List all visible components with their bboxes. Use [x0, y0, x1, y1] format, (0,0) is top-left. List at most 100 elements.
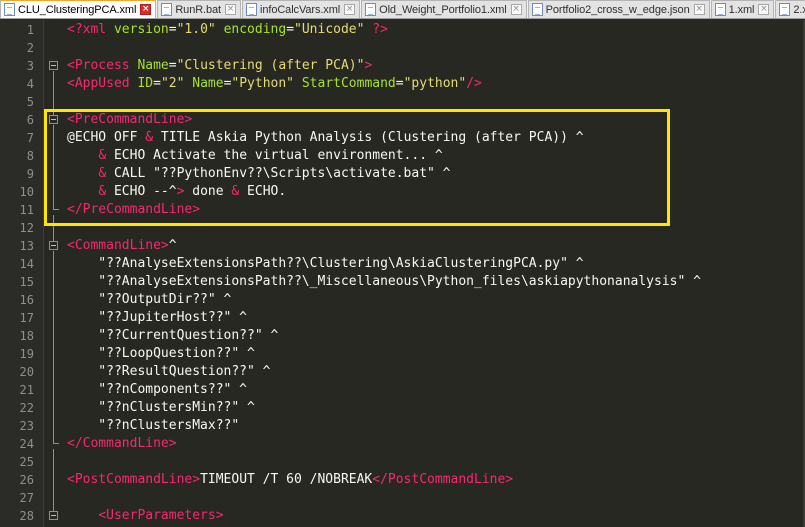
token-tag: <UserParameters> — [98, 508, 224, 523]
code-line[interactable]: 8 & ECHO Activate the virtual environmen… — [0, 147, 805, 165]
token-txt: "??LoopQuestion??" ^ — [67, 346, 255, 361]
line-number: 11 — [19, 203, 34, 217]
token-tag: </PostCommandLine> — [372, 472, 514, 487]
token-txt: @ECHO OFF — [67, 130, 146, 145]
code-line[interactable]: 7 @ECHO OFF & TITLE Askia Python Analysis… — [0, 129, 805, 147]
token-tag: <PreCommandLine> — [67, 112, 193, 127]
tab-5[interactable]: 1.xml × — [710, 0, 775, 18]
code-line[interactable]: 28 <UserParameters> — [0, 507, 805, 525]
code-text: "??OutputDir??" ^ — [67, 291, 231, 309]
line-number: 21 — [19, 383, 34, 397]
line-number: 13 — [19, 239, 34, 253]
token-punc — [294, 76, 302, 91]
close-icon[interactable]: × — [693, 4, 705, 15]
code-line[interactable]: 14 "??AnalyseExtensionsPath??\Clustering… — [0, 255, 805, 273]
token-txt: "??AnalyseExtensionsPath??\Clustering\As… — [67, 256, 584, 271]
code-text: <PostCommandLine>TIMEOUT /T 60 /NOBREAK<… — [67, 471, 513, 489]
fold-collapse-icon[interactable] — [49, 115, 58, 124]
token-attr: ID — [137, 76, 154, 91]
line-number: 17 — [19, 311, 34, 325]
token-txt: "??nClustersMax??" — [67, 418, 240, 433]
fold-collapse-icon[interactable] — [49, 61, 58, 70]
token-txt: "??CurrentQuestion??" ^ — [67, 328, 279, 343]
code-line[interactable]: 2 — [0, 39, 805, 57]
token-punc: = — [286, 22, 295, 37]
close-icon[interactable]: × — [140, 4, 152, 15]
token-tag: & — [145, 130, 154, 145]
code-line[interactable]: 22 "??nClustersMin??" ^ — [0, 399, 805, 417]
code-line[interactable]: 10 & ECHO --^> done & ECHO. — [0, 183, 805, 201]
token-attr: encoding — [223, 22, 287, 37]
close-icon[interactable]: × — [758, 4, 770, 15]
token-tag: </CommandLine> — [67, 436, 177, 451]
token-punc — [216, 22, 224, 37]
code-text: & ECHO --^> done & ECHO. — [67, 183, 286, 201]
token-attr: Name — [137, 58, 169, 73]
token-punc: = — [153, 76, 161, 91]
token-tag: <PostCommandLine> — [67, 472, 201, 487]
code-area[interactable]: 1 <?xml version="1.0" encoding="Unicode" … — [0, 20, 805, 527]
line-number: 23 — [19, 419, 34, 433]
xml-file-icon — [4, 3, 15, 16]
tab-3[interactable]: Old_Weight_Portfolio1.xml × — [361, 0, 527, 18]
code-line[interactable]: 12 — [0, 219, 805, 237]
code-line[interactable]: 6 <PreCommandLine> — [0, 111, 805, 129]
code-line[interactable]: 23 "??nClustersMax??" — [0, 417, 805, 435]
code-line[interactable]: 18 "??CurrentQuestion??" ^ — [0, 327, 805, 345]
code-line[interactable]: 26 <PostCommandLine>TIMEOUT /T 60 /NOBREA… — [0, 471, 805, 489]
code-line[interactable]: 3 <Process Name="Clustering (after PCA)"> — [0, 57, 805, 75]
fold-collapse-icon[interactable] — [49, 511, 58, 520]
code-editor[interactable]: 1 <?xml version="1.0" encoding="Unicode" … — [0, 20, 805, 527]
tab-6[interactable]: 2.xr — [775, 0, 805, 18]
code-line[interactable]: 24 </CommandLine> — [0, 435, 805, 453]
close-icon[interactable]: × — [344, 4, 356, 15]
code-line[interactable]: 19 "??LoopQuestion??" ^ — [0, 345, 805, 363]
code-text: @ECHO OFF & TITLE Askia Python Analysis … — [67, 129, 584, 147]
code-text: "??nComponents??" ^ — [67, 381, 247, 399]
fold-guide-line — [53, 251, 54, 439]
line-number: 15 — [19, 275, 34, 289]
code-text: & ECHO Activate the virtual environment.… — [67, 147, 443, 165]
code-text: <PreCommandLine> — [67, 111, 192, 129]
code-line[interactable]: 11 </PreCommandLine> — [0, 201, 805, 219]
fold-collapse-icon[interactable] — [49, 241, 58, 250]
code-line[interactable]: 25 — [0, 453, 805, 471]
tab-1[interactable]: RunR.bat × — [157, 0, 241, 18]
code-line[interactable]: 27 — [0, 489, 805, 507]
line-number: 5 — [26, 95, 34, 109]
tab-label: 2.xr — [793, 3, 805, 16]
xml-file-icon — [779, 3, 791, 16]
line-number: 25 — [19, 455, 34, 469]
line-number: 14 — [19, 257, 34, 271]
code-line[interactable]: 20 "??ResultQuestion??" ^ — [0, 363, 805, 381]
code-line[interactable]: 13 <CommandLine>^ — [0, 237, 805, 255]
line-number: 20 — [19, 365, 34, 379]
code-text: "??LoopQuestion??" ^ — [67, 345, 255, 363]
token-decl: ?> — [364, 22, 388, 37]
token-punc: = — [168, 22, 177, 37]
code-line[interactable]: 16 "??OutputDir??" ^ — [0, 291, 805, 309]
line-number: 16 — [19, 293, 34, 307]
code-line[interactable]: 21 "??nComponents??" ^ — [0, 381, 805, 399]
code-line[interactable]: 5 — [0, 93, 805, 111]
code-line[interactable]: 15 "??AnalyseExtensionsPath??\_Miscellan… — [0, 273, 805, 291]
line-number: 26 — [19, 473, 34, 487]
tab-0[interactable]: CLU_ClusteringPCA.xml × — [0, 0, 157, 18]
close-icon[interactable]: × — [225, 4, 236, 15]
code-text: "??nClustersMin??" ^ — [67, 399, 255, 417]
tab-4[interactable]: Portfolio2_cross_w_edge.json × — [527, 0, 710, 18]
code-line[interactable]: 4 <AppUsed ID="2" Name="Python" StartComm… — [0, 75, 805, 93]
line-number: 1 — [26, 23, 34, 37]
token-attr: version — [113, 22, 169, 37]
code-line[interactable]: 9 & CALL "??PythonEnv??\Scripts\activate… — [0, 165, 805, 183]
code-line[interactable]: 1 <?xml version="1.0" encoding="Unicode" … — [0, 21, 805, 39]
code-text: "??AnalyseExtensionsPath??\Clustering\As… — [67, 255, 584, 273]
close-icon[interactable]: × — [510, 4, 522, 15]
token-txt: ECHO Activate the virtual environment...… — [106, 148, 443, 163]
code-line[interactable]: 17 "??JupiterHost??" ^ — [0, 309, 805, 327]
tab-label: CLU_ClusteringPCA.xml — [18, 3, 137, 16]
tab-2[interactable]: infoCalcVars.xml × — [242, 0, 361, 18]
code-text: <UserParameters> — [67, 507, 224, 525]
